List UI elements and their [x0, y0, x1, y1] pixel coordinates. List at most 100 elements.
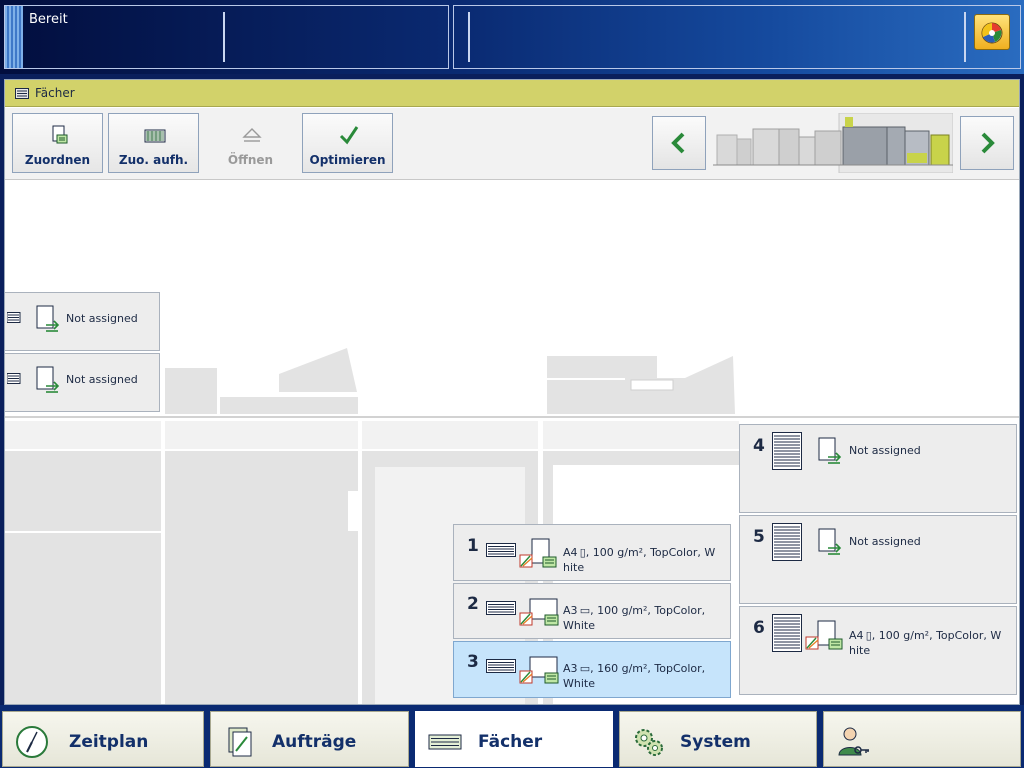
alert-icon [981, 22, 1003, 44]
tray-icon [15, 88, 29, 99]
tray-number: 4 [753, 436, 765, 456]
tab-jobs-label: Aufträge [272, 732, 357, 752]
message-panel[interactable] [453, 5, 1021, 69]
diagram-shape [279, 348, 357, 392]
tray-description: Not assigned [66, 373, 138, 386]
tray-icon [428, 734, 462, 750]
tray-icon [486, 601, 516, 615]
tray-icon [486, 543, 516, 557]
diagram-shape [362, 421, 538, 449]
media-landscape-icon [519, 598, 559, 626]
window-title: Fächer [35, 86, 75, 100]
unassigned-media-icon [36, 305, 60, 332]
optimize-label: Optimieren [309, 153, 386, 167]
trays-window: Fächer Zuordnen Zuo. aufh. Öffnen Optimi… [4, 79, 1020, 705]
message-divider-left [468, 12, 470, 62]
tray-description-line2: White [563, 619, 595, 632]
unassign-label: Zuo. aufh. [118, 153, 189, 167]
next-module-button[interactable] [960, 116, 1014, 170]
assign-icon [52, 125, 68, 144]
assign-label: Zuordnen [24, 153, 91, 167]
tray-icon [772, 614, 802, 652]
previous-module-button[interactable] [652, 116, 706, 170]
tray-card-2[interactable]: 2 A3 ▭, 100 g/m², TopColor, White [453, 583, 731, 639]
tray-card-top-2[interactable]: Not assigned [5, 353, 160, 412]
chevron-left-icon [671, 132, 685, 154]
tray-description-line1: A4 ▯, 100 g/m², TopColor, W [849, 629, 1002, 642]
unassigned-media-icon [818, 528, 842, 555]
chevron-right-icon [981, 132, 995, 154]
tray-number: 5 [753, 527, 765, 547]
toolbar: Zuordnen Zuo. aufh. Öffnen Optimieren [5, 108, 1019, 180]
open-label: Öffnen [227, 153, 274, 167]
status-panel[interactable]: Bereit [4, 5, 449, 69]
bottom-navigation: Zeitplan Aufträge Fächer System [0, 705, 1024, 768]
status-bar: Bereit [0, 0, 1024, 74]
diagram-shape [165, 421, 358, 449]
tray-description-line2: White [563, 677, 595, 690]
tray-card-3[interactable]: 3 A3 ▭, 160 g/m², TopColor, White [453, 641, 731, 698]
diagram-shape [543, 451, 739, 465]
tray-number: 3 [467, 652, 479, 672]
media-portrait-icon [805, 620, 843, 650]
screen: Bereit Fächer Zuordnen Zuo. aufh. Öffnen… [0, 0, 1024, 768]
tray-card-top-1[interactable]: Not assigned [5, 292, 160, 351]
unassigned-media-icon [36, 366, 60, 393]
media-landscape-icon [519, 656, 559, 684]
tray-description-line1: A4 ▯, 100 g/m², TopColor, W [563, 546, 716, 559]
tray-number: 2 [467, 594, 479, 614]
status-divider [223, 12, 225, 62]
tray-card-6[interactable]: 6 A4 ▯, 100 g/m², TopColor, W hite [739, 606, 1017, 695]
document-icon [228, 727, 252, 757]
tab-schedule-label: Zeitplan [69, 732, 149, 752]
status-text: Bereit [29, 12, 68, 27]
tab-trays[interactable]: Fächer [415, 711, 613, 767]
diagram-line [5, 416, 1019, 418]
checkmark-icon [339, 126, 359, 145]
diagram-shape [5, 421, 161, 449]
tray-description: Not assigned [849, 444, 921, 457]
gears-icon [635, 729, 663, 756]
diagram-shape [5, 533, 161, 704]
machine-overview[interactable] [713, 113, 953, 173]
tab-system-label: System [680, 732, 751, 752]
status-stripe [5, 6, 23, 68]
tray-description-line1: A3 ▭, 160 g/m², TopColor, [563, 662, 706, 675]
clock-icon [16, 726, 48, 758]
assign-button[interactable]: Zuordnen [12, 113, 103, 173]
diagram-shape [5, 451, 161, 531]
tray-card-4[interactable]: 4 Not assigned [739, 424, 1017, 513]
tray-description-line2: hite [849, 644, 871, 657]
tray-description-line1: A3 ▭, 100 g/m², TopColor, [563, 604, 706, 617]
diagram-shape [220, 397, 358, 414]
unassign-icon [144, 129, 166, 143]
tray-icon [772, 523, 802, 561]
tray-icon [486, 659, 516, 673]
diagram-shape [625, 356, 735, 414]
eject-icon [242, 128, 262, 142]
tray-icon [772, 432, 802, 470]
alert-button[interactable] [974, 14, 1010, 50]
open-button[interactable]: Öffnen [205, 113, 296, 173]
tab-user[interactable] [823, 711, 1021, 767]
tray-card-1[interactable]: 1 A4 ▯, 100 g/m², TopColor, W hite [453, 524, 731, 581]
tray-description: Not assigned [849, 535, 921, 548]
diagram-shape [547, 380, 627, 414]
tray-card-5[interactable]: 5 Not assigned [739, 515, 1017, 604]
tray-icon [7, 373, 21, 384]
tab-system[interactable]: System [619, 711, 817, 767]
tab-jobs[interactable]: Aufträge [210, 711, 409, 767]
tab-schedule[interactable]: Zeitplan [2, 711, 204, 767]
diagram-shape [543, 421, 739, 449]
tab-trays-label: Fächer [478, 732, 543, 752]
media-portrait-icon [519, 538, 557, 568]
diagram-shape [165, 451, 358, 704]
optimize-button[interactable]: Optimieren [302, 113, 393, 173]
diagram-shape [348, 491, 359, 531]
tray-number: 1 [467, 536, 479, 556]
unassign-button[interactable]: Zuo. aufh. [108, 113, 199, 173]
message-divider-right [964, 12, 966, 62]
tray-number: 6 [753, 618, 765, 638]
tray-description: Not assigned [66, 312, 138, 325]
unassigned-media-icon [818, 437, 842, 464]
